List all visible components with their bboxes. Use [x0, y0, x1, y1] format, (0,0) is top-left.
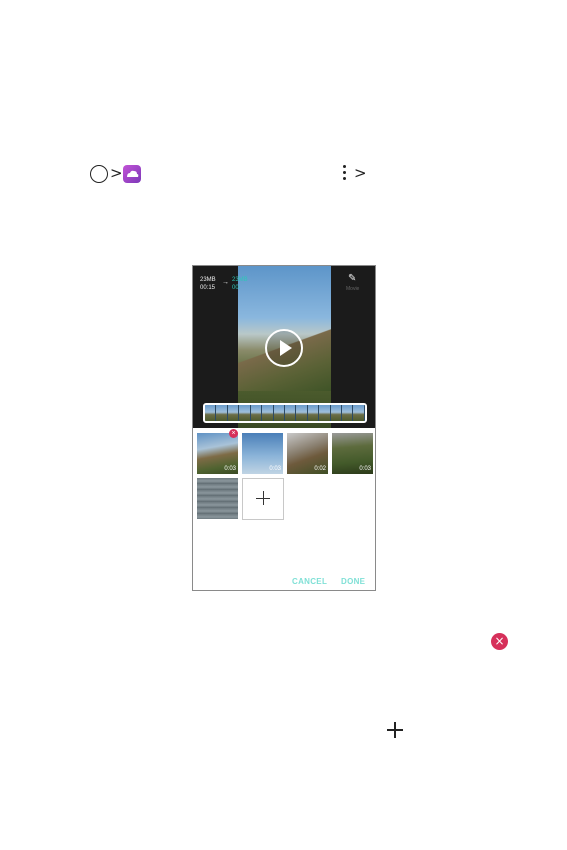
new-size: 23MB — [232, 277, 248, 283]
plus-icon — [387, 722, 403, 738]
clip-thumbnail[interactable]: 0:03 — [242, 433, 283, 474]
magic-label: Movie — [346, 286, 360, 292]
arrow-icon: → — [222, 279, 229, 286]
remove-clip-icon[interactable]: × — [229, 429, 238, 438]
delete-x-icon: × — [491, 633, 508, 650]
play-button[interactable] — [265, 329, 303, 367]
clip-thumbnail[interactable]: 0:02 — [287, 433, 328, 474]
new-info: 23MB 00: — [232, 276, 248, 292]
plus-icon — [256, 491, 270, 505]
phone-screenshot: 23MB 00:15 → 23MB 00: ✎ Movie 0:03 × 0:0… — [192, 265, 376, 591]
clip-duration: 0:03 — [269, 466, 281, 472]
video-preview: 23MB 00:15 → 23MB 00: ✎ Movie — [193, 266, 375, 428]
chevron-right-icon: > — [354, 164, 367, 182]
chevron-right-icon: > — [110, 164, 123, 182]
gallery-app-icon — [123, 165, 141, 183]
home-icon — [90, 165, 108, 183]
clip-thumbnail[interactable] — [197, 478, 238, 519]
magic-wand-icon[interactable]: ✎ — [348, 273, 356, 284]
original-duration: 00:15 — [200, 285, 216, 291]
cancel-button[interactable]: CANCEL — [292, 577, 327, 586]
clip-thumbnail[interactable]: 0:03 — [197, 433, 238, 474]
add-clip-button[interactable] — [242, 478, 284, 520]
original-size: 23MB — [200, 277, 216, 283]
more-vertical-icon — [343, 165, 347, 183]
cloud-icon — [127, 170, 139, 177]
done-button[interactable]: DONE — [341, 577, 365, 586]
clip-duration: 0:03 — [359, 466, 371, 472]
clip-thumbnail[interactable]: 0:03 — [332, 433, 373, 474]
timeline-strip[interactable] — [203, 403, 367, 423]
new-duration: 00: — [232, 285, 241, 291]
original-info: 23MB 00:15 — [200, 276, 216, 292]
clip-duration: 0:02 — [314, 466, 326, 472]
clip-duration: 0:03 — [224, 466, 236, 472]
